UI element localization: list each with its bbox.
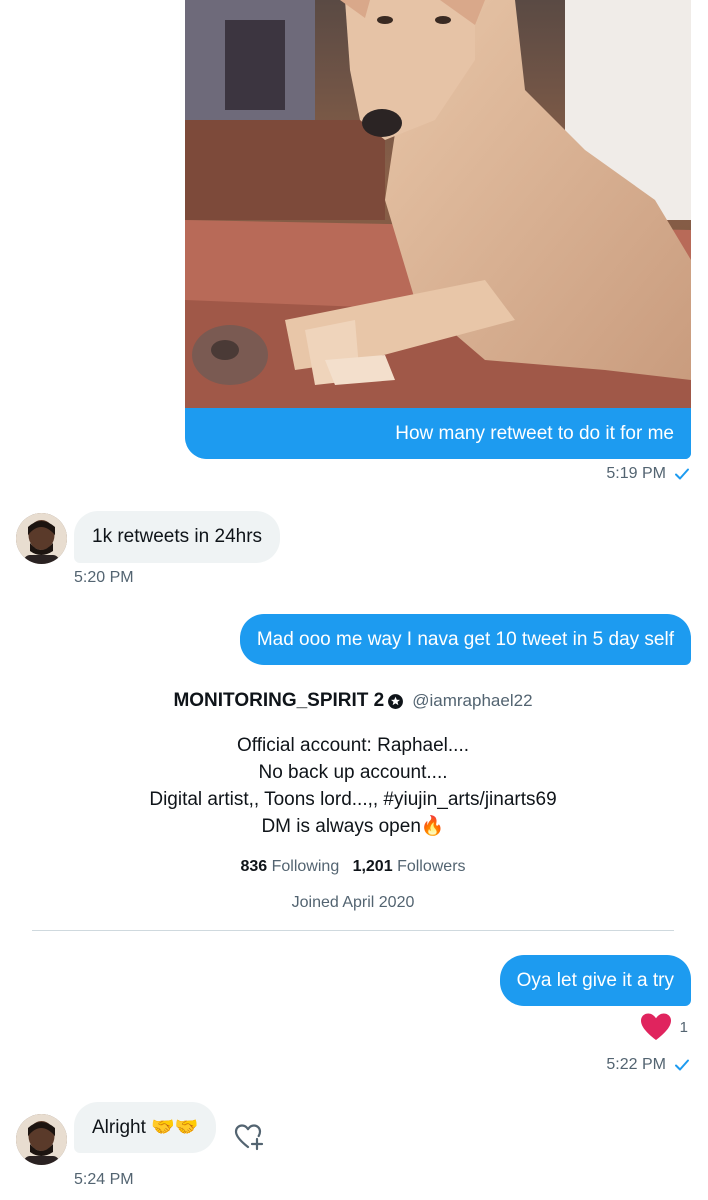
message-reaction[interactable]: 1 [640, 1012, 688, 1042]
avatar-image [16, 513, 67, 564]
profile-bio: Official account: Raphael.... No back up… [32, 732, 674, 840]
message-text: Alright 🤝🤝 [92, 1116, 199, 1138]
message-meta: 5:22 PM [606, 1056, 690, 1074]
check-icon [675, 1059, 689, 1071]
divider [32, 930, 674, 931]
dog-photo[interactable] [185, 0, 691, 408]
message-meta: 5:19 PM [606, 465, 690, 483]
profile-stats: 836 Following 1,201 Followers [32, 858, 674, 876]
following-label[interactable]: Following [272, 858, 340, 875]
avatar[interactable] [16, 1114, 67, 1165]
bio-line: Digital artist,, Toons lord...,, #yiujin… [149, 789, 557, 810]
message-text: Oya let give it a try [516, 969, 674, 991]
outgoing-message[interactable]: Oya let give it a try [499, 955, 691, 1006]
profile-card[interactable]: MONITORING_SPIRIT 2 @iamraphael22 Offici… [32, 690, 674, 912]
avatar[interactable] [16, 513, 67, 564]
heart-icon [640, 1013, 671, 1040]
following-count[interactable]: 836 [240, 858, 267, 875]
timestamp: 5:19 PM [606, 465, 666, 482]
check-icon [675, 468, 689, 480]
incoming-message[interactable]: 1k retweets in 24hrs [74, 511, 281, 563]
avatar-image [16, 1114, 67, 1165]
bio-line: Official account: Raphael.... [237, 735, 469, 756]
reaction-count: 1 [679, 1018, 688, 1036]
message-text: Mad ooo me way I nava get 10 tweet in 5 … [256, 628, 674, 650]
timestamp: 5:22 PM [606, 1056, 666, 1073]
followers-count[interactable]: 1,201 [353, 858, 393, 875]
image-caption: How many retweet to do it for me [185, 408, 691, 459]
message-text: 1k retweets in 24hrs [92, 526, 263, 547]
incoming-message[interactable]: Alright 🤝🤝 [74, 1102, 217, 1153]
gear-icon [388, 693, 404, 709]
profile-handle[interactable]: @iamraphael22 [412, 691, 532, 711]
profile-name: MONITORING_SPIRIT 2 [173, 690, 385, 711]
profile-header: MONITORING_SPIRIT 2 @iamraphael22 [32, 690, 674, 712]
timestamp: 5:20 PM [74, 569, 134, 586]
bio-line: DM is always open🔥 [261, 816, 445, 837]
joined-date: Joined April 2020 [291, 894, 415, 911]
bio-line: No back up account.... [258, 762, 448, 783]
add-reaction-icon[interactable] [233, 1121, 265, 1153]
followers-label[interactable]: Followers [397, 858, 465, 875]
profile-name-group: MONITORING_SPIRIT 2 [173, 690, 404, 712]
timestamp: 5:24 PM [74, 1171, 134, 1188]
image-message[interactable]: How many retweet to do it for me [185, 0, 691, 459]
outgoing-message[interactable]: Mad ooo me way I nava get 10 tweet in 5 … [239, 614, 691, 665]
